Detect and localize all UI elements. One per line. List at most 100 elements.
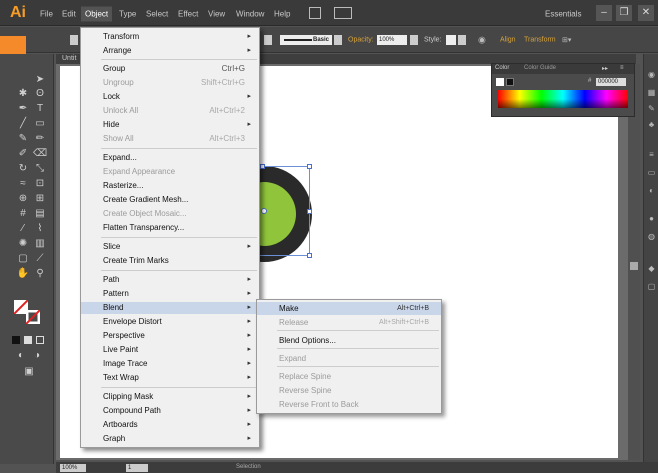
screen-mode-icon[interactable]: ▣	[22, 366, 36, 378]
stroke-color-swatch[interactable]	[506, 78, 514, 86]
color-panel-icon[interactable]: ◉	[647, 70, 656, 79]
menu-item-create-trim-marks[interactable]: Create Trim Marks	[81, 255, 259, 267]
opacity-field[interactable]: 100%	[377, 35, 407, 45]
shape-builder-icon[interactable]: ⊕	[16, 193, 30, 205]
menu-item-lock[interactable]: Lock ▸	[81, 91, 259, 103]
gradient-panel-icon[interactable]: ▭	[647, 168, 656, 177]
hand-tool-icon[interactable]: ✋	[16, 268, 30, 280]
menu-item-group[interactable]: Group Ctrl+G	[81, 63, 259, 75]
artboards-icon[interactable]: ▢	[647, 282, 656, 291]
layers-icon[interactable]: ◆	[647, 264, 656, 273]
slice-tool-icon[interactable]: ⟋	[33, 253, 47, 265]
lasso-icon[interactable]: ʘ	[33, 88, 47, 100]
graphic-style-swatch[interactable]	[446, 35, 456, 45]
graphic-styles-icon[interactable]: ◍	[647, 232, 656, 241]
menu-help[interactable]: Help	[274, 10, 290, 19]
bbox-handle-bottom-right[interactable]	[307, 253, 312, 258]
menu-item-hide[interactable]: Hide ▸	[81, 119, 259, 131]
opacity-dropdown[interactable]	[410, 35, 418, 45]
zoom-field[interactable]: 100%	[60, 464, 86, 472]
tab-color-guide[interactable]: Color Guide	[524, 65, 556, 71]
selection-tool-icon[interactable]: ➤	[33, 74, 47, 86]
menu-item-expand-appearance[interactable]: Expand Appearance	[81, 166, 259, 178]
width-tool-icon[interactable]: ≈	[16, 178, 30, 190]
menu-type[interactable]: Type	[119, 10, 136, 19]
blend-item-make[interactable]: Make Alt+Ctrl+B	[257, 302, 441, 315]
mesh-tool-icon[interactable]: #	[16, 208, 30, 220]
panel-options-icon[interactable]: ≡	[620, 65, 624, 71]
menu-item-transform[interactable]: Transform ▸	[81, 31, 259, 43]
menu-item-create-object-mosaic[interactable]: Create Object Mosaic...	[81, 208, 259, 220]
menu-item-graph[interactable]: Graph ▸	[81, 433, 259, 445]
menu-item-expand[interactable]: Expand...	[81, 152, 259, 164]
type-tool-icon[interactable]: T	[33, 103, 47, 115]
draw-behind-icon[interactable]: ◑	[30, 350, 44, 362]
perspective-grid-icon[interactable]: ⊞	[33, 193, 47, 205]
symbol-sprayer-icon[interactable]: ✺	[16, 238, 30, 250]
menu-item-flatten-transparency[interactable]: Flatten Transparency...	[81, 222, 259, 234]
status-mode[interactable]: Selection	[236, 464, 261, 470]
blend-item-expand[interactable]: Expand	[257, 352, 441, 365]
isolate-icon[interactable]: ⊞▾	[562, 36, 571, 44]
menu-item-pattern[interactable]: Pattern ▸	[81, 288, 259, 300]
menu-item-unlock-all[interactable]: Unlock All Alt+Ctrl+2	[81, 105, 259, 117]
stroke-swatch-icon[interactable]	[25, 309, 41, 325]
menu-item-image-trace[interactable]: Image Trace ▸	[81, 358, 259, 370]
menu-item-live-paint[interactable]: Live Paint ▸	[81, 344, 259, 356]
panel-menu-icon[interactable]: ▸▸	[602, 65, 608, 72]
free-transform-icon[interactable]: ⊡	[33, 178, 47, 190]
scale-tool-icon[interactable]: ⤡	[33, 163, 47, 175]
color-mode-icon[interactable]	[12, 336, 20, 344]
menu-item-path[interactable]: Path ▸	[81, 274, 259, 286]
menu-item-blend[interactable]: Blend ▸	[81, 302, 259, 314]
menu-item-slice[interactable]: Slice ▸	[81, 241, 259, 253]
menu-item-text-wrap[interactable]: Text Wrap ▸	[81, 372, 259, 384]
stroke-panel-icon[interactable]: ≡	[647, 150, 656, 159]
menu-item-rasterize[interactable]: Rasterize...	[81, 180, 259, 192]
blend-item-reverse-front-to-back[interactable]: Reverse Front to Back	[257, 398, 441, 411]
transparency-icon[interactable]: ◐	[647, 186, 656, 195]
menu-item-show-all[interactable]: Show All Alt+Ctrl+3	[81, 133, 259, 145]
eyedropper-icon[interactable]: ⁄	[16, 223, 30, 235]
bbox-handle-right[interactable]	[307, 209, 312, 214]
rectangle-tool-icon[interactable]: ▭	[33, 118, 47, 130]
pencil-icon[interactable]: ✏	[33, 133, 47, 145]
recolor-icon[interactable]: ◉	[478, 35, 486, 46]
graphic-style-dropdown[interactable]	[458, 35, 466, 45]
restore-button[interactable]: ❐	[616, 5, 632, 21]
rotate-tool-icon[interactable]: ↻	[16, 163, 30, 175]
artboard-tool-icon[interactable]: ▢	[16, 253, 30, 265]
menu-item-arrange[interactable]: Arrange ▸	[81, 45, 259, 57]
gradient-mode-icon[interactable]	[24, 336, 32, 344]
blend-item-blend-options[interactable]: Blend Options...	[257, 334, 441, 347]
bridge-icon[interactable]	[309, 7, 321, 19]
blend-item-reverse-spine[interactable]: Reverse Spine	[257, 384, 441, 397]
opacity-label[interactable]: Opacity:	[348, 37, 374, 44]
transform-link[interactable]: Transform	[524, 37, 556, 44]
graph-tool-icon[interactable]: ▥	[33, 238, 47, 250]
menu-item-ungroup[interactable]: Ungroup Shift+Ctrl+G	[81, 77, 259, 89]
menu-item-clipping-mask[interactable]: Clipping Mask ▸	[81, 391, 259, 403]
swatches-icon[interactable]: ▦	[647, 88, 656, 97]
zoom-tool-icon[interactable]: ⚲	[33, 268, 47, 280]
control-menu-icon[interactable]	[70, 35, 78, 45]
align-link[interactable]: Align	[500, 37, 516, 44]
gradient-tool-icon[interactable]: ▤	[33, 208, 47, 220]
eraser-icon[interactable]: ⌫	[33, 148, 47, 160]
artboard-number-field[interactable]: 1	[126, 464, 148, 472]
none-mode-icon[interactable]	[36, 336, 44, 344]
menu-effect[interactable]: Effect	[178, 10, 198, 19]
color-spectrum[interactable]	[498, 90, 628, 108]
workspace-switcher[interactable]: Essentials	[545, 10, 581, 19]
blend-item-release[interactable]: Release Alt+Shift+Ctrl+B	[257, 316, 441, 329]
stroke-weight-dropdown[interactable]	[264, 35, 272, 45]
blend-item-replace-spine[interactable]: Replace Spine	[257, 370, 441, 383]
pen-tool-icon[interactable]: ✒	[16, 103, 30, 115]
blob-brush-icon[interactable]: ✐	[16, 148, 30, 160]
menu-item-artboards[interactable]: Artboards ▸	[81, 419, 259, 431]
vertical-scroll-thumb[interactable]	[630, 262, 638, 270]
brushes-icon[interactable]: ✎	[647, 104, 656, 113]
menu-select[interactable]: Select	[146, 10, 168, 19]
close-button[interactable]: ✕	[638, 5, 654, 21]
menu-file[interactable]: File	[40, 10, 53, 19]
